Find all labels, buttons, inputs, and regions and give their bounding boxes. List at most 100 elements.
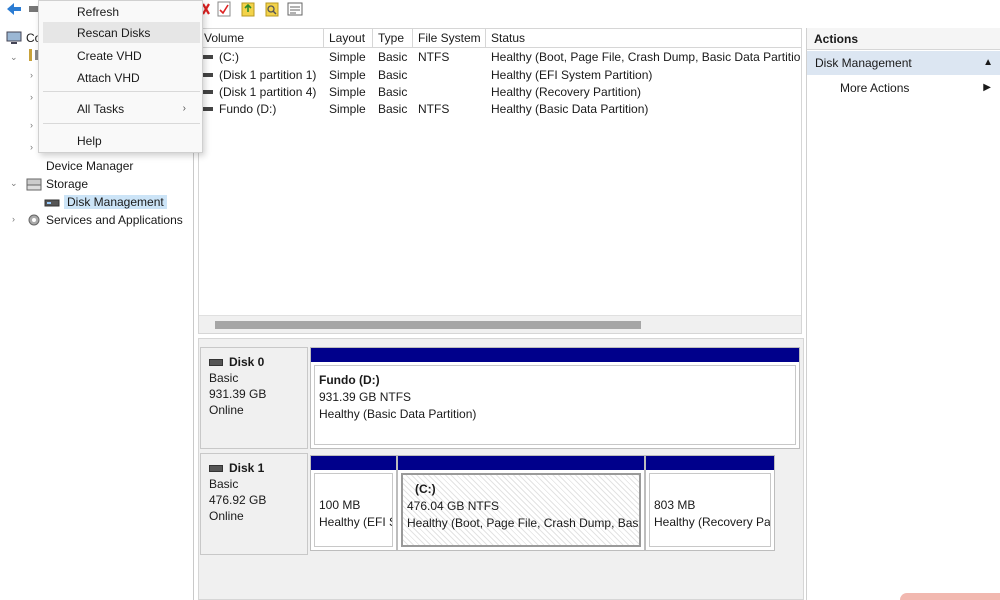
chevron-right-icon[interactable]: ›	[30, 120, 33, 130]
menu-item-refresh[interactable]: Refresh	[43, 1, 200, 22]
menu-item-label: Create VHD	[77, 48, 142, 63]
tree-item-services[interactable]: Services and Applications	[26, 211, 183, 229]
volume-cell: (Disk 1 partition 1)	[203, 67, 324, 84]
disk-management-label: Disk Management	[64, 195, 167, 209]
table-row[interactable]: (Disk 1 partition 1) Simple Basic Health…	[199, 67, 801, 84]
partition-status: Healthy (Boot, Page File, Crash Dump, Ba…	[407, 516, 641, 530]
volume-icon	[203, 54, 213, 59]
horizontal-scrollbar[interactable]	[199, 315, 801, 333]
partition-bar	[398, 456, 644, 470]
table-row[interactable]: (Disk 1 partition 4) Simple Basic Health…	[199, 84, 801, 101]
column-header-file-system[interactable]: File System	[413, 29, 486, 48]
layout-cell: Simple	[329, 102, 366, 116]
volume-name: Fundo (D:)	[219, 102, 277, 116]
disk-icon	[209, 464, 223, 472]
table-row[interactable]: (C:) Simple Basic NTFS Healthy (Boot, Pa…	[199, 49, 801, 66]
volume-icon	[203, 72, 213, 77]
help-icon[interactable]	[240, 1, 256, 17]
fs-cell: NTFS	[418, 102, 450, 116]
partition-body: 803 MB Healthy (Recovery Pa	[649, 473, 771, 547]
partition-status: Healthy (Recovery Pa	[654, 515, 771, 529]
storage-icon	[26, 177, 42, 191]
corner-decoration	[900, 593, 1000, 600]
services-label: Services and Applications	[46, 213, 183, 227]
partition-recovery[interactable]: 803 MB Healthy (Recovery Pa	[645, 455, 775, 551]
status-cell: Healthy (EFI System Partition)	[491, 68, 653, 82]
column-header-layout[interactable]: Layout	[324, 29, 373, 48]
search-icon[interactable]	[264, 1, 280, 17]
column-header-status[interactable]: Status	[486, 29, 801, 48]
actions-pane: Actions Disk Management ▲ More Actions ▶	[806, 28, 1000, 600]
volume-icon	[203, 89, 213, 94]
partition-status: Healthy (EFI S	[319, 515, 393, 529]
menu-item-rescan-disks[interactable]: Rescan Disks	[43, 22, 200, 43]
menu-item-label: Refresh	[77, 4, 120, 19]
scrollbar-thumb[interactable]	[215, 321, 641, 329]
more-actions-label: More Actions	[840, 81, 910, 95]
type-cell: Basic	[378, 68, 408, 82]
chevron-right-icon[interactable]: ›	[30, 70, 33, 80]
chevron-right-icon[interactable]: ›	[12, 214, 15, 224]
properties-icon[interactable]	[216, 1, 232, 17]
menu-item-all-tasks[interactable]: All Tasks ›	[43, 98, 200, 119]
partition-efi[interactable]: 100 MB Healthy (EFI S	[310, 455, 397, 551]
column-label: Volume	[204, 31, 245, 45]
column-label: Layout	[329, 31, 366, 45]
disk-graphical-view: Disk 0 Basic 931.39 GB Online Fundo (D:)…	[198, 338, 804, 600]
context-menu: Refresh Rescan Disks Create VHD Attach V…	[38, 0, 203, 153]
volume-cell: (C:)	[203, 49, 324, 66]
volume-cell: (Disk 1 partition 4)	[203, 84, 324, 101]
computer-icon	[6, 31, 22, 45]
partition-body: Fundo (D:) 931.39 GB NTFS Healthy (Basic…	[314, 365, 796, 445]
menu-separator	[43, 91, 200, 92]
volume-name: (Disk 1 partition 4)	[219, 85, 317, 99]
menu-item-attach-vhd[interactable]: Attach VHD	[43, 67, 200, 88]
menu-item-label: All Tasks	[77, 101, 125, 116]
menu-item-label: Help	[77, 133, 102, 148]
disk-size: 476.92 GB	[209, 493, 267, 507]
chevron-right-icon[interactable]: ›	[30, 142, 33, 152]
partition-title: (C:)	[415, 482, 436, 496]
disk-0-label[interactable]: Disk 0 Basic 931.39 GB Online	[200, 347, 308, 449]
partition-title: Fundo (D:)	[319, 373, 380, 387]
chevron-down-icon[interactable]: ⌄	[10, 178, 18, 189]
back-arrow-icon[interactable]	[6, 1, 22, 17]
menu-item-label: Attach VHD	[77, 70, 140, 85]
partition-size: 931.39 GB NTFS	[319, 390, 412, 404]
actions-section-disk-management[interactable]: Disk Management ▲	[807, 51, 1000, 75]
section-label: Disk Management	[815, 56, 912, 70]
chevron-down-icon[interactable]: ⌄	[10, 52, 18, 63]
menu-item-create-vhd[interactable]: Create VHD	[43, 45, 200, 66]
status-cell: Healthy (Boot, Page File, Crash Dump, Ba…	[491, 50, 801, 64]
column-header-volume[interactable]: Volume	[199, 29, 324, 48]
column-header-type[interactable]: Type	[373, 29, 413, 48]
disk-1-label[interactable]: Disk 1 Basic 476.92 GB Online	[200, 453, 308, 555]
partition-bar	[311, 456, 396, 470]
volume-list: Volume Layout Type File System Status (C…	[198, 28, 802, 334]
services-icon	[26, 213, 42, 227]
collapse-up-icon[interactable]: ▲	[983, 51, 993, 75]
chevron-right-icon[interactable]: ›	[30, 92, 33, 102]
partition-c[interactable]: (C:) 476.04 GB NTFS Healthy (Boot, Page …	[397, 455, 645, 551]
partition-title	[319, 480, 392, 497]
disk-name: Disk 0	[209, 354, 307, 370]
table-row[interactable]: Fundo (D:) Simple Basic NTFS Healthy (Ba…	[199, 101, 801, 118]
tree-root[interactable]: Co	[6, 29, 41, 47]
column-label: Type	[378, 31, 405, 45]
tree-item-disk-management[interactable]: Disk Management	[44, 193, 167, 211]
volume-cell: Fundo (D:)	[203, 101, 324, 118]
menu-item-help[interactable]: Help	[43, 130, 200, 151]
volume-icon	[203, 106, 213, 111]
tree-item-device-manager[interactable]: Device Manager	[46, 157, 133, 175]
device-manager-label: Device Manager	[46, 159, 134, 173]
view-icon[interactable]	[287, 1, 303, 17]
partition-size: 476.04 GB NTFS	[407, 499, 500, 513]
tree-item-storage[interactable]: Storage	[26, 175, 88, 193]
type-cell: Basic	[378, 85, 408, 99]
disk-management-icon	[44, 195, 60, 209]
more-actions-item[interactable]: More Actions ▶	[807, 78, 1000, 98]
partition-size: 803 MB	[654, 498, 696, 512]
column-label: File System	[418, 31, 481, 45]
partition-fundo-d[interactable]: Fundo (D:) 931.39 GB NTFS Healthy (Basic…	[310, 347, 800, 449]
partition-status: Healthy (Basic Data Partition)	[319, 407, 477, 421]
